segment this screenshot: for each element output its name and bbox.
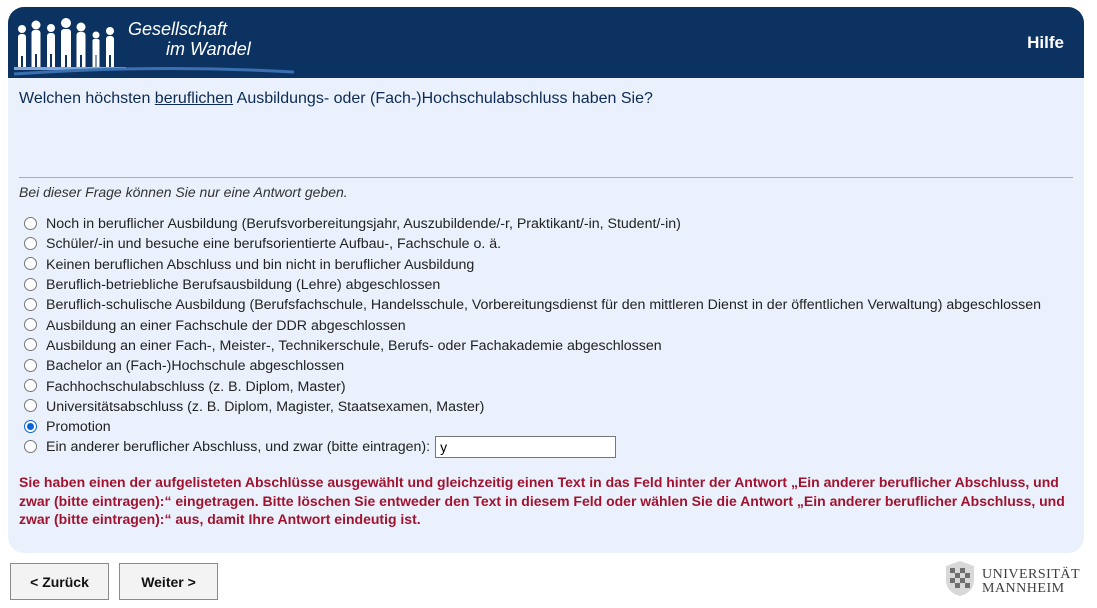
option-label[interactable]: Universitätsabschluss (z. B. Diplom, Mag… — [46, 399, 484, 415]
option-label[interactable]: Ausbildung an einer Fach-, Meister-, Tec… — [46, 338, 662, 354]
university-seal-icon — [946, 561, 974, 596]
option-label[interactable]: Schüler/-in und besuche eine berufsorien… — [46, 236, 501, 252]
question-emphasis: beruflichen — [154, 90, 234, 107]
option-label[interactable]: Beruflich-schulische Ausbildung (Berufsf… — [46, 297, 1041, 313]
divider — [19, 177, 1073, 178]
logo-line-2: im Wandel — [166, 39, 251, 59]
answer-option[interactable]: Beruflich-schulische Ausbildung (Berufsf… — [24, 295, 1041, 315]
instruction-text: Bei dieser Frage können Sie nur eine Ant… — [19, 184, 348, 200]
logo-swoosh — [14, 66, 294, 76]
answer-options: Noch in beruflicher Ausbildung (Berufsvo… — [24, 214, 1041, 459]
answer-option-selected[interactable]: Promotion — [24, 417, 1041, 437]
university-logo: UNIVERSITÄT MANNHEIM — [940, 558, 1090, 602]
logo-wordmark: Gesellschaft im Wandel — [128, 19, 251, 59]
error-message: Sie haben einen der aufgelisteten Abschl… — [19, 474, 1065, 527]
option-label[interactable]: Ein anderer beruflicher Abschluss, und z… — [46, 439, 430, 455]
radio-button[interactable] — [24, 277, 37, 291]
answer-option[interactable]: Bachelor an (Fach-)Hochschule abgeschlos… — [24, 356, 1041, 376]
university-name-line-2: MANNHEIM — [982, 581, 1065, 596]
option-label[interactable]: Promotion — [46, 419, 111, 435]
question-suffix: Ausbildungs- oder (Fach-)Hochschulabschl… — [233, 90, 653, 107]
next-button[interactable]: Weiter > — [119, 563, 218, 600]
radio-button[interactable] — [24, 338, 37, 352]
radio-button[interactable] — [24, 216, 37, 230]
answer-option[interactable]: Ausbildung an einer Fachschule der DDR a… — [24, 315, 1041, 335]
answer-option[interactable]: Noch in beruflicher Ausbildung (Berufsvo… — [24, 214, 1041, 234]
option-label[interactable]: Beruflich-betriebliche Berufsausbildung … — [46, 277, 440, 293]
answer-option-other[interactable]: Ein anderer beruflicher Abschluss, und z… — [24, 436, 1041, 459]
option-label[interactable]: Ausbildung an einer Fachschule der DDR a… — [46, 318, 406, 334]
answer-option[interactable]: Beruflich-betriebliche Berufsausbildung … — [24, 275, 1041, 295]
back-button[interactable]: < Zurück — [10, 563, 109, 600]
survey-panel: Gesellschaft im Wandel Hilfe Welchen höc… — [8, 7, 1084, 553]
radio-button[interactable] — [24, 379, 37, 393]
option-label[interactable]: Keinen beruflichen Abschluss und bin nic… — [46, 257, 474, 273]
radio-button[interactable] — [24, 297, 37, 311]
answer-option[interactable]: Keinen beruflichen Abschluss und bin nic… — [24, 255, 1041, 275]
radio-button-selected[interactable] — [24, 419, 37, 433]
radio-button[interactable] — [24, 358, 37, 372]
other-text-input[interactable] — [435, 436, 617, 459]
header-bar: Gesellschaft im Wandel Hilfe — [8, 7, 1084, 78]
radio-button[interactable] — [24, 439, 37, 453]
logo-line-1: Gesellschaft — [128, 19, 228, 39]
question-prefix: Welchen höchsten — [19, 90, 155, 107]
answer-option[interactable]: Ausbildung an einer Fach-, Meister-, Tec… — [24, 336, 1041, 356]
radio-button[interactable] — [24, 399, 37, 413]
option-label[interactable]: Noch in beruflicher Ausbildung (Berufsvo… — [46, 216, 681, 232]
radio-button[interactable] — [24, 236, 37, 250]
radio-button[interactable] — [24, 257, 37, 271]
radio-button[interactable] — [24, 318, 37, 332]
question-text: Welchen höchsten beruflichen Ausbildungs… — [19, 90, 653, 108]
option-label[interactable]: Bachelor an (Fach-)Hochschule abgeschlos… — [46, 358, 344, 374]
option-label[interactable]: Fachhochschulabschluss (z. B. Diplom, Ma… — [46, 379, 346, 395]
answer-option[interactable]: Universitätsabschluss (z. B. Diplom, Mag… — [24, 397, 1041, 417]
answer-option[interactable]: Schüler/-in und besuche eine berufsorien… — [24, 234, 1041, 254]
help-link[interactable]: Hilfe — [1027, 33, 1064, 53]
answer-option[interactable]: Fachhochschulabschluss (z. B. Diplom, Ma… — [24, 376, 1041, 396]
